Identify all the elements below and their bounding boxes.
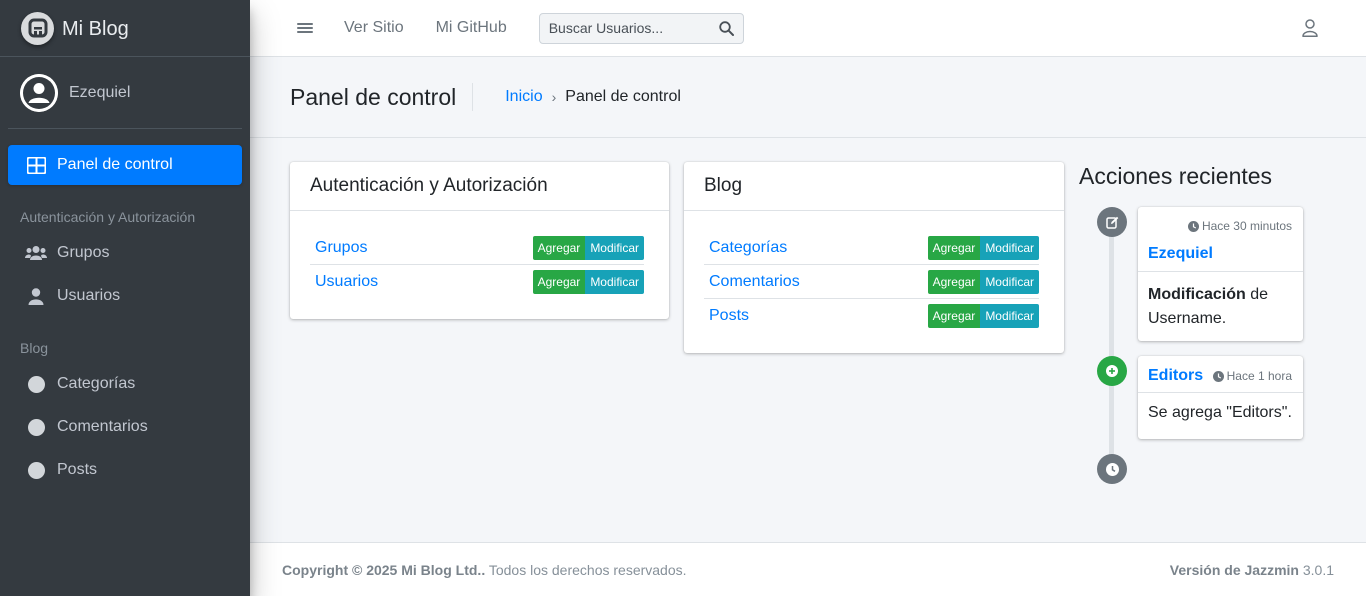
view-site-link[interactable]: Ver Sitio [344, 19, 404, 37]
recent-actions-title: Acciones recientes [1079, 163, 1273, 189]
edit-icon [1097, 207, 1127, 237]
content-header: Panel de control Inicio › Panel de contr… [250, 57, 1366, 138]
circle-icon [25, 416, 47, 438]
footer: Copyright © 2025 Mi Blog Ltd.. Todos los… [250, 542, 1366, 596]
model-link-comentarios[interactable]: Comentarios [709, 273, 800, 291]
recent-action-card: Editors Hace 1 hora Se agrega "Editors". [1138, 356, 1303, 439]
dashboard-icon [25, 154, 47, 176]
app-card-blog: Blog Categorías Agregar Modificar Comenta… [684, 162, 1064, 353]
search-form [538, 12, 744, 44]
model-link-categorias[interactable]: Categorías [709, 239, 787, 257]
sidebar-item-label: Comentarios [57, 418, 148, 435]
table-row: Categorías Agregar Modificar [704, 231, 1039, 265]
recent-action-verb: Modificación [1148, 286, 1246, 303]
sidebar-item-comentarios[interactable]: Comentarios [8, 407, 242, 447]
change-button[interactable]: Modificar [585, 235, 644, 260]
recent-action-body: Modificación de Username. [1138, 272, 1303, 341]
sidebar-item-label: Usuarios [57, 287, 121, 304]
add-button[interactable]: Agregar [927, 269, 981, 294]
timeline-line [1109, 222, 1114, 470]
sidebar-section-header: Blog [20, 340, 49, 356]
recent-action-header: Hace 30 minutos Ezequiel [1138, 207, 1303, 272]
sidebar-item-label: Categorías [57, 375, 136, 392]
table-row: Usuarios Agregar Modificar [310, 265, 644, 299]
user-panel[interactable]: Ezequiel [8, 57, 242, 129]
add-button[interactable]: Agregar [532, 270, 586, 294]
recent-action-card: Hace 30 minutos Ezequiel Modificación de… [1138, 207, 1303, 341]
top-navbar: Ver Sitio Mi GitHub [250, 0, 1366, 57]
user-icon [25, 285, 47, 307]
brand-logo-icon [21, 11, 54, 45]
brand-link[interactable]: Mi Blog [0, 0, 250, 57]
sidebar-item-usuarios[interactable]: Usuarios [8, 276, 242, 316]
change-button[interactable]: Modificar [980, 269, 1039, 294]
clock-icon [1187, 220, 1199, 232]
table-row: Grupos Agregar Modificar [310, 231, 644, 265]
model-link-usuarios[interactable]: Usuarios [315, 273, 378, 291]
card-title: Blog [684, 162, 1064, 211]
model-link-grupos[interactable]: Grupos [315, 239, 367, 257]
sidebar-nav: Panel de control Autenticación y Autoriz… [0, 145, 250, 490]
avatar [20, 73, 58, 112]
breadcrumb-separator: › [551, 89, 557, 105]
recent-action-object-link[interactable]: Editors [1148, 367, 1203, 385]
change-button[interactable]: Modificar [980, 304, 1039, 328]
change-button[interactable]: Modificar [585, 270, 644, 294]
table-row: Comentarios Agregar Modificar [704, 265, 1039, 299]
search-icon[interactable] [711, 14, 743, 43]
model-link-posts[interactable]: Posts [709, 307, 749, 325]
recent-action-time: Hace 1 hora [1212, 369, 1292, 383]
sidebar-item-label: Panel de control [57, 156, 173, 173]
breadcrumb-home-link[interactable]: Inicio [505, 88, 542, 106]
recent-action-object-link[interactable]: Ezequiel [1148, 245, 1213, 263]
footer-version: Versión de Jazzmin 3.0.1 [1169, 561, 1334, 578]
table-row: Posts Agregar Modificar [704, 299, 1039, 333]
sidebar-item-categorias[interactable]: Categorías [8, 364, 242, 404]
sidebar-section-header: Autenticación y Autorización [20, 209, 196, 225]
add-button[interactable]: Agregar [927, 235, 981, 260]
recent-action-body: Se agrega "Editors". [1148, 404, 1292, 421]
sidebar-item-grupos[interactable]: Grupos [8, 233, 242, 273]
add-button[interactable]: Agregar [927, 304, 981, 328]
breadcrumb-current: Panel de control [565, 88, 681, 105]
clock-end-icon [1097, 454, 1127, 484]
user-menu-icon[interactable] [1302, 19, 1318, 42]
card-title: Autenticación y Autorización [290, 162, 669, 211]
app-card-auth: Autenticación y Autorización Grupos Agre… [290, 162, 669, 319]
github-link[interactable]: Mi GitHub [436, 19, 507, 37]
sidebar: Mi Blog Ezequiel Panel de control Autent… [0, 0, 250, 596]
page-title: Panel de control [290, 83, 474, 111]
footer-copyright: Copyright © 2025 Mi Blog Ltd.. Todos los… [282, 561, 687, 578]
sidebar-item-posts[interactable]: Posts [8, 450, 242, 490]
sidebar-item-label: Grupos [57, 244, 110, 261]
users-group-icon [25, 242, 47, 264]
add-button[interactable]: Agregar [532, 235, 586, 260]
change-button[interactable]: Modificar [980, 235, 1039, 260]
search-input[interactable] [548, 20, 709, 36]
recent-action-time: Hace 30 minutos [1187, 219, 1292, 233]
sidebar-item-label: Posts [57, 461, 98, 478]
user-name: Ezequiel [69, 83, 131, 101]
sidebar-item-dashboard[interactable]: Panel de control [8, 145, 242, 185]
brand-name: Mi Blog [62, 17, 129, 40]
menu-toggle-icon[interactable] [297, 21, 313, 35]
breadcrumb: Inicio › Panel de control [505, 88, 681, 106]
recent-action-header: Editors Hace 1 hora [1138, 356, 1303, 393]
circle-icon [25, 459, 47, 481]
circle-icon [25, 373, 47, 395]
clock-icon [1212, 370, 1224, 382]
plus-circle-icon [1097, 356, 1127, 386]
